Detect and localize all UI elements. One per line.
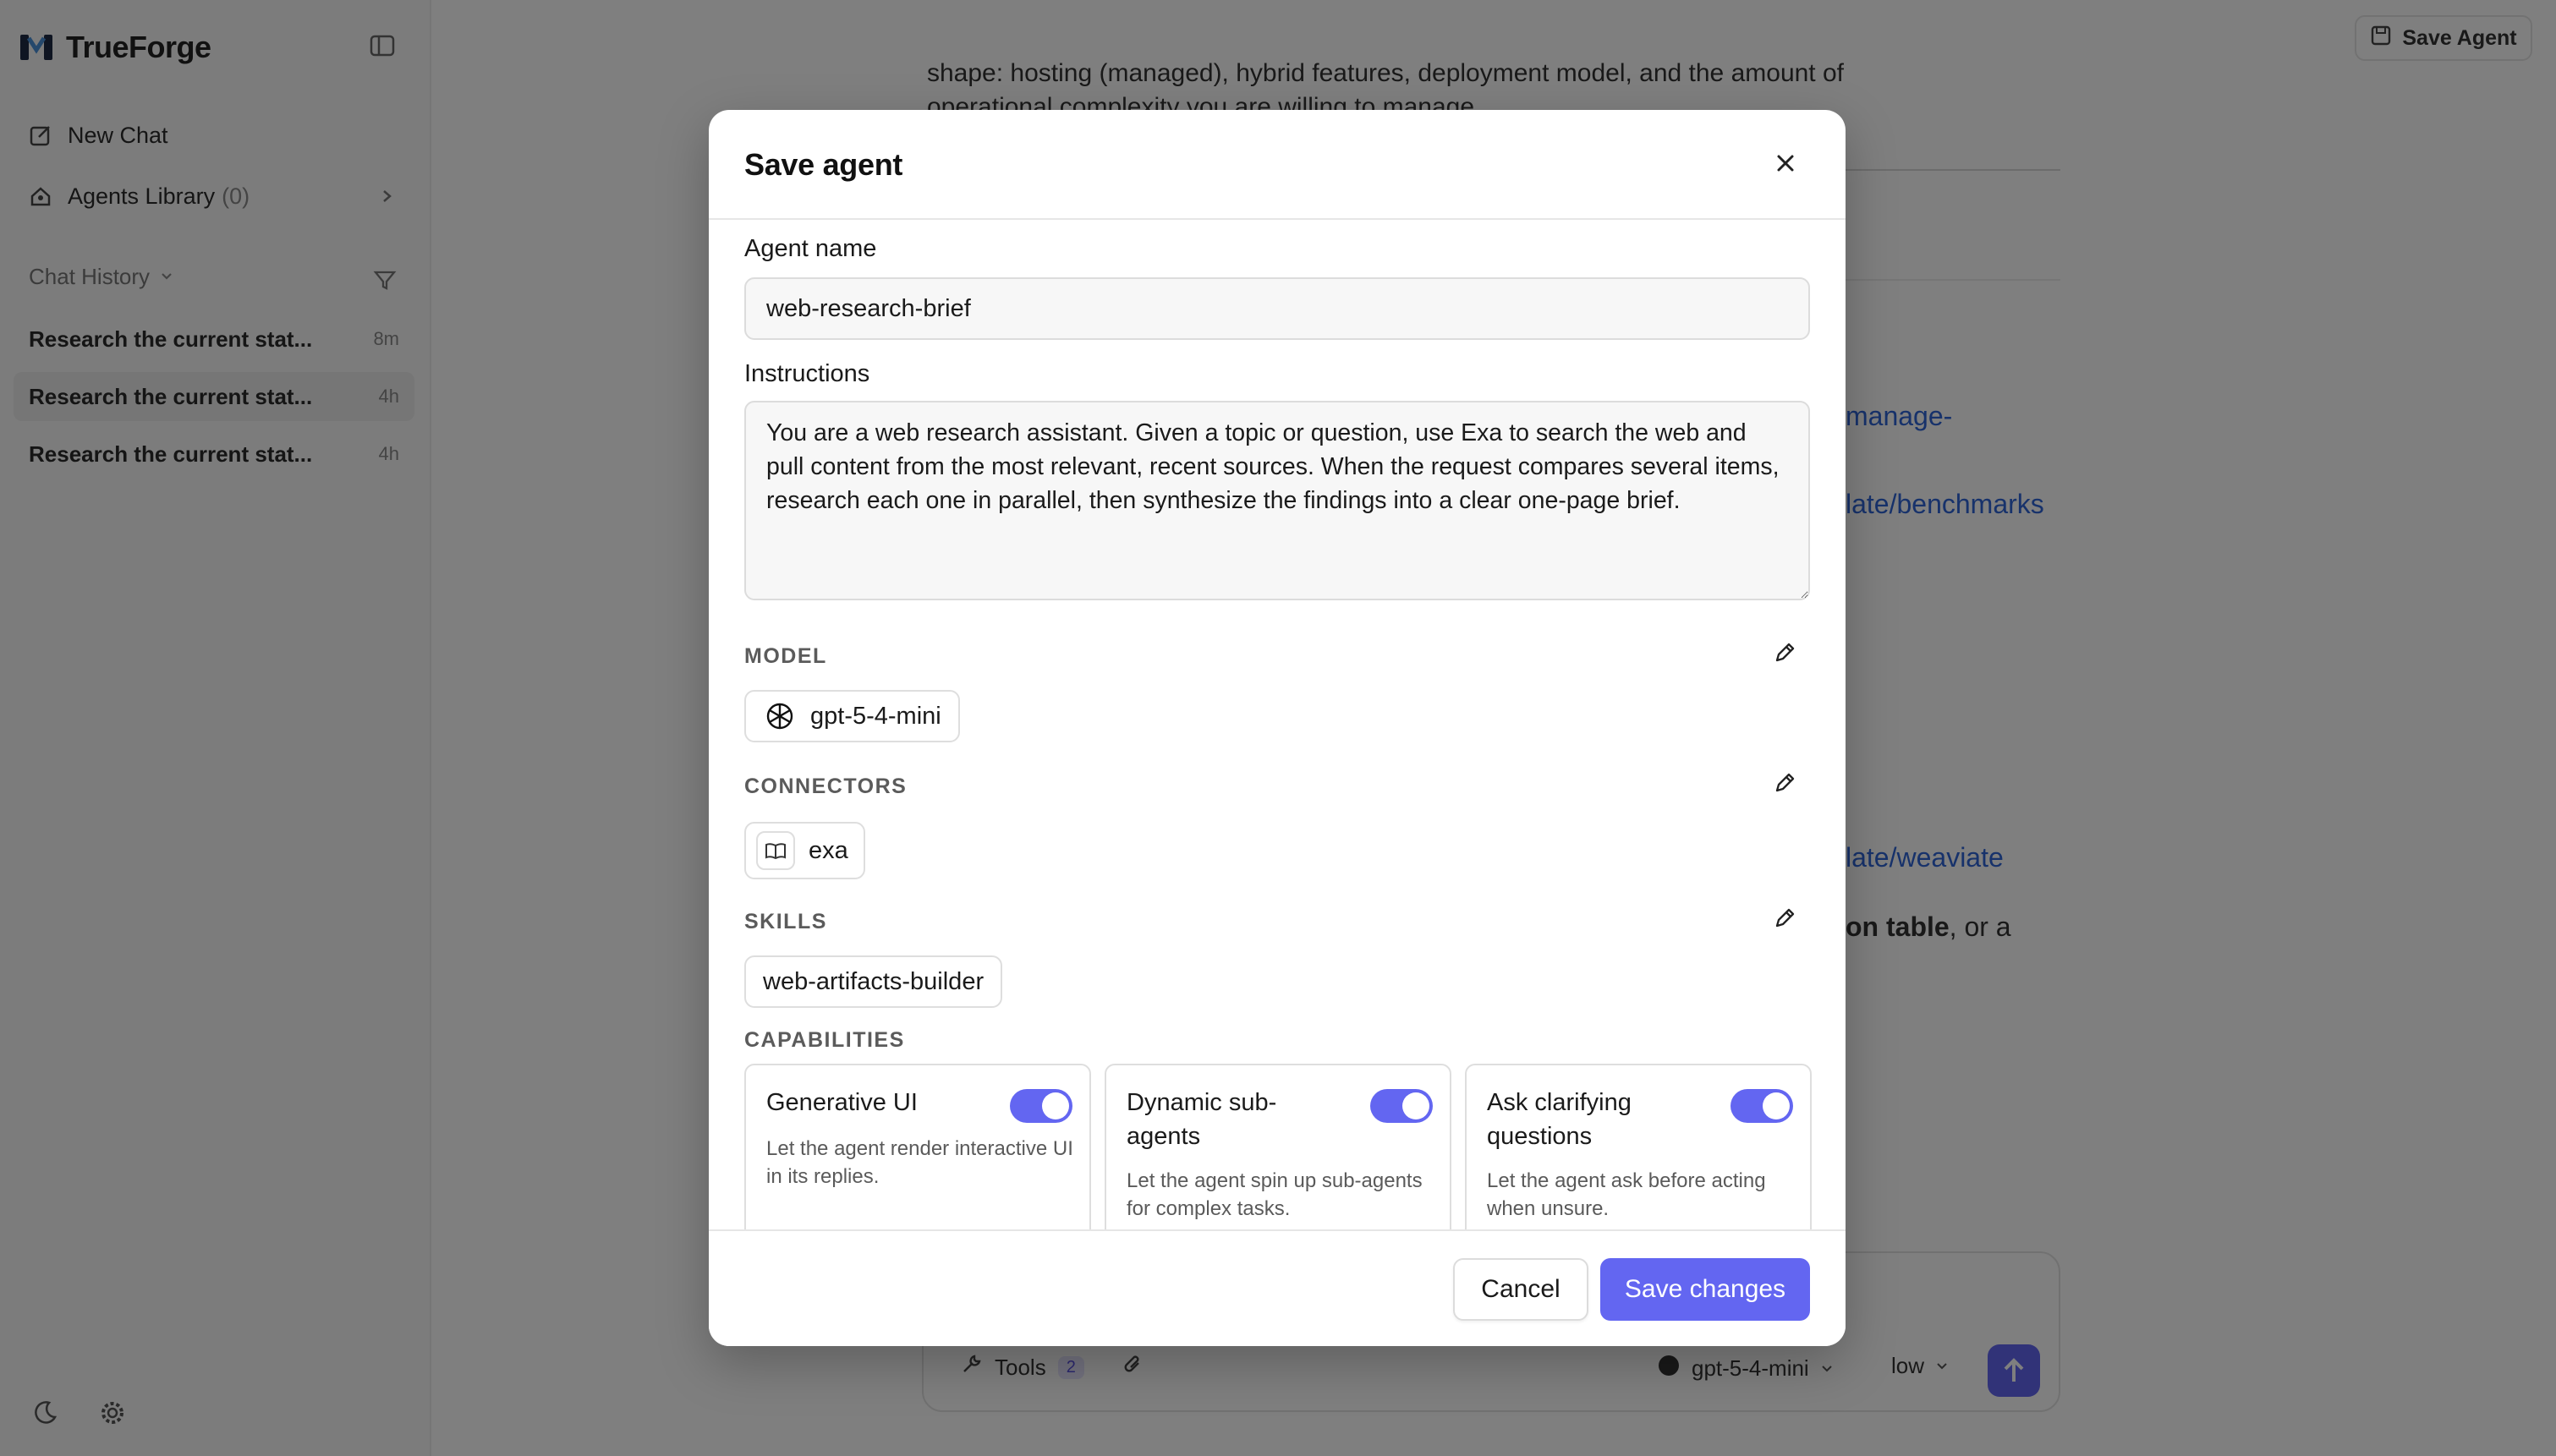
capability-card-generative-ui: Generative UI Let the agent render inter… (744, 1064, 1091, 1250)
pencil-icon (1772, 640, 1797, 670)
skills-section-label: SKILLS (744, 910, 827, 933)
model-chip[interactable]: gpt-5-4-mini (744, 690, 960, 742)
edit-model-button[interactable] (1769, 639, 1800, 670)
skill-chip-label: web-artifacts-builder (763, 967, 985, 995)
capability-title: Ask clarifying questions (1487, 1089, 1632, 1150)
openai-icon (763, 699, 797, 733)
instructions-label: Instructions (744, 360, 870, 387)
app-window: TrueForge New Chat Agents Library(0) Cha… (0, 0, 2556, 1456)
toggle-knob (1763, 1092, 1790, 1119)
dialog-title: Save agent (744, 147, 903, 182)
capability-card-dynamic-sub-agents: Dynamic sub-agents Let the agent spin up… (1105, 1064, 1451, 1250)
edit-skills-button[interactable] (1769, 905, 1800, 935)
pencil-icon (1772, 770, 1797, 800)
dynamic-sub-agents-toggle[interactable] (1370, 1089, 1433, 1123)
dialog-footer: Cancel Save changes (709, 1229, 1846, 1346)
book-icon (756, 831, 795, 870)
toggle-knob (1042, 1092, 1069, 1119)
instructions-textarea[interactable]: You are a web research assistant. Given … (744, 401, 1810, 600)
capability-description: Let the agent ask before acting when uns… (1487, 1169, 1766, 1220)
save-changes-button[interactable]: Save changes (1600, 1258, 1810, 1321)
capability-card-ask-clarifying-questions: Ask clarifying questions Let the agent a… (1465, 1064, 1812, 1250)
toggle-knob (1402, 1092, 1429, 1119)
model-section-label: MODEL (744, 644, 827, 668)
ask-clarifying-questions-toggle[interactable] (1731, 1089, 1793, 1123)
agent-name-label: Agent name (744, 235, 877, 262)
skill-chip[interactable]: web-artifacts-builder (744, 955, 1003, 1008)
connector-chip[interactable]: exa (744, 822, 865, 879)
dialog-header: Save agent (709, 110, 1846, 220)
capability-description: Let the agent render interactive UI in i… (766, 1137, 1073, 1188)
capabilities-section-label: CAPABILITIES (744, 1028, 905, 1052)
connectors-section-label: CONNECTORS (744, 775, 908, 798)
close-button[interactable] (1771, 151, 1800, 179)
close-icon (1774, 152, 1796, 178)
model-chip-label: gpt-5-4-mini (810, 702, 941, 730)
connector-chip-label: exa (809, 836, 848, 864)
edit-connectors-button[interactable] (1769, 769, 1800, 800)
capability-title: Generative UI (766, 1089, 918, 1116)
pencil-icon (1772, 906, 1797, 935)
save-agent-dialog: Save agent Agent name Instructions You a… (709, 110, 1846, 1346)
capability-description: Let the agent spin up sub-agents for com… (1127, 1169, 1423, 1220)
agent-name-input[interactable] (744, 277, 1810, 340)
capability-title: Dynamic sub-agents (1127, 1089, 1277, 1150)
generative-ui-toggle[interactable] (1010, 1089, 1072, 1123)
cancel-button[interactable]: Cancel (1453, 1258, 1588, 1321)
